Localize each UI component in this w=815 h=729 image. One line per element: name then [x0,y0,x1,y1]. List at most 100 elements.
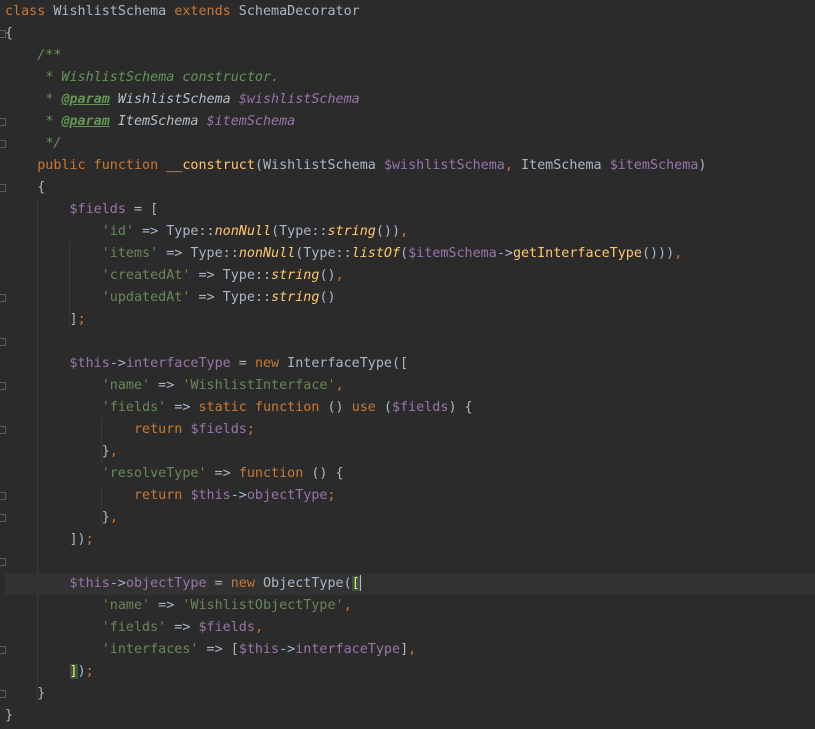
fold-marker-icon[interactable] [0,338,6,346]
code-token: 'items' [101,246,159,261]
fold-marker-icon[interactable] [0,492,6,500]
code-line[interactable]: } [5,683,815,705]
code-token: public function [37,158,159,173]
code-token: 'createdAt' [101,268,191,283]
code-line[interactable]: class WishlistSchema extends SchemaDecor… [5,1,815,23]
code-line[interactable]: }, [5,441,815,463]
code-token: $fields [190,422,247,437]
code-line[interactable]: ]); [5,529,815,551]
code-token: => [ [198,642,239,657]
code-token: ]) [5,532,86,547]
code-token: @param [61,92,110,107]
fold-marker-icon[interactable] [0,426,6,434]
fold-marker-icon[interactable] [0,118,6,126]
code-line[interactable]: { [5,23,815,45]
fold-marker-icon[interactable] [0,382,6,390]
code-token: function [238,466,304,481]
code-token: static function [198,400,320,415]
code-line[interactable]: }, [5,507,815,529]
code-line[interactable]: 'resolveType' => function () { [5,463,815,485]
code-token: -> [279,642,296,657]
fold-marker-icon[interactable] [0,690,6,698]
code-line[interactable]: 'name' => 'WishlistInterface', [5,375,815,397]
fold-marker-icon[interactable] [0,558,6,566]
code-line[interactable] [5,551,815,573]
code-line[interactable]: 'id' => Type::nonNull(Type::string()), [5,221,815,243]
code-token: $itemSchema [408,246,497,261]
code-token: class [5,4,46,19]
code-token: , [343,598,352,613]
code-token: () { [303,466,344,481]
code-token: objectType [246,488,328,503]
code-line[interactable]: 'interfaces' => [$this->interfaceType], [5,639,815,661]
code-token: string [327,224,376,239]
code-token: * WishlistSchema constructor. [45,70,280,85]
code-line[interactable]: public function __construct(WishlistSche… [5,155,815,177]
code-line[interactable]: /** [5,45,815,67]
code-line[interactable]: { [5,177,815,199]
code-token: => [150,598,183,613]
code-line[interactable]: ]); [5,661,815,683]
text-caret [359,575,361,591]
code-line[interactable]: 'createdAt' => Type::string(), [5,265,815,287]
code-editor[interactable]: class WishlistSchema extends SchemaDecor… [0,0,815,729]
code-token: $wishlistSchema [238,92,360,107]
fold-marker-icon[interactable] [0,140,6,148]
code-line[interactable] [5,331,815,353]
code-line[interactable]: 'updatedAt' => Type::string() [5,287,815,309]
code-token: listOf [351,246,401,261]
code-line[interactable]: return $this->objectType; [5,485,815,507]
code-line[interactable]: * WishlistSchema constructor. [5,67,815,89]
code-token: ())) [641,246,675,261]
code-token: ; [327,488,336,503]
code-line[interactable]: 'fields' => $fields, [5,617,815,639]
code-line[interactable]: $this->objectType = new ObjectType([ [5,573,815,595]
code-token: $itemSchema [206,114,296,129]
code-token: interfaceType [125,356,231,371]
code-token: 'fields' [101,620,167,635]
code-token: => Type:: [190,268,272,283]
code-line[interactable]: * @param ItemSchema $itemSchema [5,111,815,133]
fold-marker-icon[interactable] [0,184,6,192]
code-line[interactable]: $this->interfaceType = new InterfaceType… [5,353,815,375]
code-line[interactable]: * @param WishlistSchema $wishlistSchema [5,89,815,111]
code-token: { [5,180,46,195]
fold-marker-icon[interactable] [0,30,6,38]
code-line[interactable]: 'name' => 'WishlistObjectType', [5,595,815,617]
code-token: ( [375,400,392,415]
fold-marker-icon[interactable] [0,294,6,302]
code-token: interfaceType [295,642,401,657]
code-token: = [230,356,255,371]
code-token: ] [400,642,409,657]
code-token: SchemaDecorator [230,4,360,19]
code-token: return [134,422,183,437]
code-line[interactable]: } [5,705,815,727]
code-token: (Type:: [295,246,352,261]
code-line[interactable]: 'items' => Type::nonNull(Type::listOf($i… [5,243,815,265]
code-token: $fields [69,202,126,217]
code-token: * [45,114,62,129]
fold-marker-icon[interactable] [0,514,6,522]
code-line[interactable]: $fields = [ [5,199,815,221]
code-token: = [206,576,231,591]
code-line[interactable]: 'fields' => static function () use ($fie… [5,397,815,419]
code-token: => Type:: [190,290,272,305]
code-line[interactable]: ]; [5,309,815,331]
fold-marker-icon[interactable] [0,646,6,654]
code-token: */ [45,136,62,151]
code-line[interactable]: return $fields; [5,419,815,441]
code-line[interactable]: */ [5,133,815,155]
code-token: 'name' [101,598,151,613]
